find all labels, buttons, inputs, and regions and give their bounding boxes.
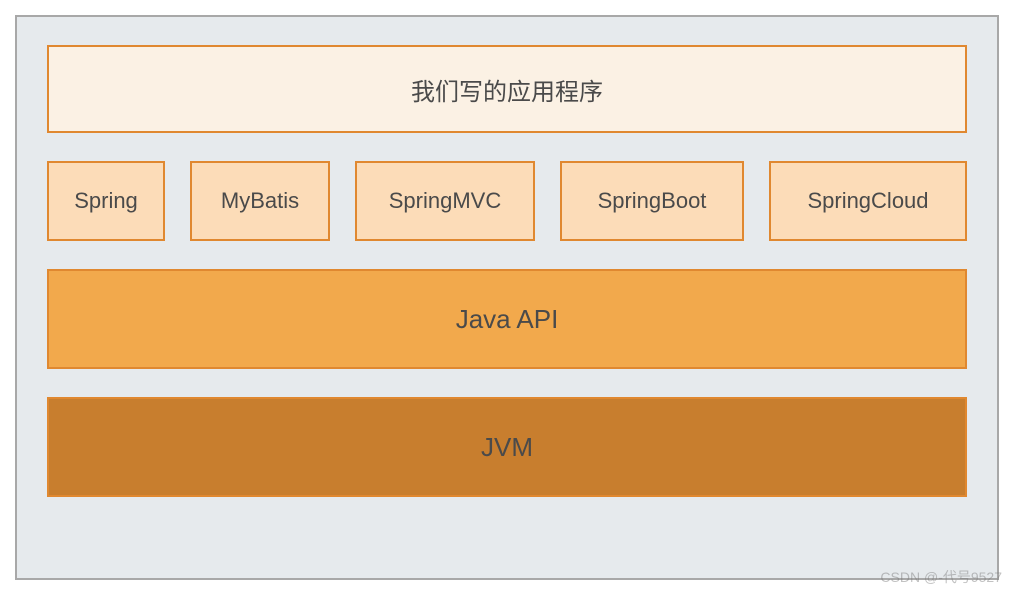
framework-label: MyBatis (221, 188, 299, 214)
application-layer-label: 我们写的应用程序 (411, 72, 603, 107)
java-api-layer-box: Java API (47, 269, 967, 369)
jvm-layer-box: JVM (47, 397, 967, 497)
framework-box-springboot: SpringBoot (560, 161, 744, 241)
framework-box-springcloud: SpringCloud (769, 161, 967, 241)
framework-label: SpringBoot (598, 188, 707, 214)
framework-label: SpringCloud (807, 188, 928, 214)
framework-label: SpringMVC (389, 188, 501, 214)
framework-label: Spring (74, 188, 138, 214)
framework-box-mybatis: MyBatis (190, 161, 330, 241)
framework-box-spring: Spring (47, 161, 165, 241)
architecture-diagram: 我们写的应用程序 Spring MyBatis SpringMVC Spring… (15, 15, 999, 580)
application-layer-box: 我们写的应用程序 (47, 45, 967, 133)
frameworks-row: Spring MyBatis SpringMVC SpringBoot Spri… (47, 161, 967, 241)
java-api-layer-label: Java API (456, 304, 559, 335)
watermark-text: CSDN @-代号9527 (880, 567, 1002, 587)
framework-box-springmvc: SpringMVC (355, 161, 535, 241)
jvm-layer-label: JVM (481, 432, 533, 463)
